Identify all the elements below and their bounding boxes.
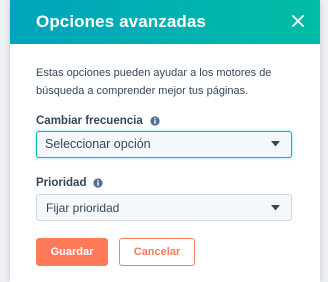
priority-label-text: Prioridad xyxy=(36,177,87,189)
dialog-header: Opciones avanzadas xyxy=(10,0,320,44)
dialog-description: Estas opciones pueden ayudar a los motor… xyxy=(36,67,272,97)
priority-select-value: Fijar prioridad xyxy=(46,201,120,215)
frequency-select[interactable]: Seleccionar opción xyxy=(36,131,292,158)
priority-label: Prioridad xyxy=(36,177,104,189)
info-icon[interactable] xyxy=(150,116,160,126)
save-button[interactable]: Guardar xyxy=(36,238,108,266)
cancel-button[interactable]: Cancelar xyxy=(119,238,195,266)
close-button[interactable] xyxy=(288,11,308,31)
frequency-select-value: Seleccionar opción xyxy=(45,137,151,151)
advanced-options-dialog: Opciones avanzadas Estas opciones pueden… xyxy=(10,0,320,282)
info-icon[interactable] xyxy=(93,178,104,188)
priority-select[interactable]: Fijar prioridad xyxy=(36,194,292,221)
chevron-down-icon xyxy=(271,205,280,211)
chevron-down-icon xyxy=(271,141,280,147)
frequency-label-text: Cambiar frecuencia xyxy=(36,115,143,127)
frequency-label: Cambiar frecuencia xyxy=(36,115,160,127)
close-icon xyxy=(292,15,304,27)
dialog-title: Opciones avanzadas xyxy=(36,12,206,31)
